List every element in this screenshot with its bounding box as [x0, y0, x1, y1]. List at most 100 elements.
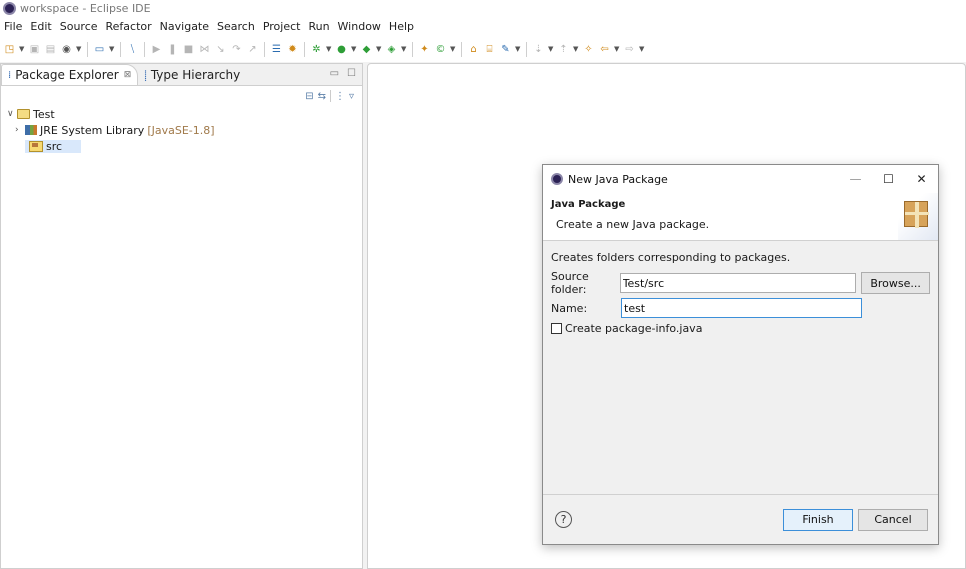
new-java-package-dialog: New Java Package — ☐ ✕ Java Package Crea… — [542, 164, 939, 545]
step-into-icon[interactable]: ↘ — [214, 43, 227, 56]
resume-icon[interactable]: ▶ — [150, 43, 163, 56]
package-info-label: Create package-info.java — [565, 322, 703, 335]
package-info-row[interactable]: Create package-info.java — [551, 322, 930, 335]
search-icon[interactable]: ✎ — [499, 43, 512, 56]
source-folder-icon — [29, 140, 43, 152]
breakpoint-icon[interactable]: ✹ — [286, 43, 299, 56]
debug-perspective-icon[interactable]: ◉ — [60, 43, 73, 56]
maximize-icon[interactable]: ☐ — [347, 68, 356, 79]
debug-icon[interactable]: ✲ — [310, 43, 323, 56]
finish-button[interactable]: Finish — [783, 508, 853, 531]
new-java-project-icon[interactable]: ✦ — [418, 43, 431, 56]
main-toolbar: ◳ ▼ ▣ ▤ ◉ ▼ ▭ ▼ ⧹ ▶ ❚ ■ ⋈ ↘ ↷ ↗ ☰ ✹ ✲ ▼ … — [0, 36, 966, 62]
suspend-icon[interactable]: ❚ — [166, 43, 179, 56]
last-edit-icon[interactable]: ✧ — [582, 43, 595, 56]
new-class-icon[interactable]: © — [434, 43, 447, 56]
run-icon[interactable]: ● — [335, 43, 348, 56]
chevron-right-icon[interactable]: › — [15, 125, 25, 135]
toolbar-separator — [329, 90, 331, 102]
terminate-icon[interactable]: ■ — [182, 43, 195, 56]
link-with-editor-icon[interactable]: ⇆ — [318, 91, 326, 102]
coverage-dropdown-icon[interactable]: ▼ — [376, 45, 382, 53]
tree-row-src[interactable]: src — [7, 138, 362, 154]
close-icon[interactable]: ✕ — [905, 165, 938, 193]
search-dropdown-icon[interactable]: ▼ — [515, 45, 521, 53]
project-folder-icon — [17, 109, 30, 119]
package-explorer-icon: ⁞ — [8, 69, 12, 81]
menu-file[interactable]: File — [4, 20, 22, 33]
disconnect-icon[interactable]: ⋈ — [198, 43, 211, 56]
source-folder-input[interactable] — [619, 273, 857, 293]
save-all-icon[interactable]: ▤ — [44, 43, 57, 56]
menu-run[interactable]: Run — [308, 20, 329, 33]
skip-breakpoints-icon[interactable]: ⧹ — [126, 43, 139, 56]
toolbar-separator — [461, 41, 462, 57]
back-dropdown-icon[interactable]: ▼ — [614, 45, 620, 53]
view-menu-icon[interactable]: ▿ — [349, 91, 354, 102]
pane-controls: ▭ ☐ — [330, 68, 356, 79]
external-tools-icon[interactable]: ◈ — [385, 43, 398, 56]
tab-type-hierarchy[interactable]: ⸽ Type Hierarchy — [138, 64, 246, 85]
terminal-dropdown-icon[interactable]: ▼ — [109, 45, 115, 53]
dialog-titlebar: New Java Package — ☐ ✕ — [543, 165, 938, 193]
cancel-button[interactable]: Cancel — [858, 508, 928, 531]
forward-dropdown-icon[interactable]: ▼ — [639, 45, 645, 53]
terminal-icon[interactable]: ▭ — [93, 43, 106, 56]
body-description: Creates folders corresponding to package… — [551, 251, 791, 264]
run-dropdown-icon[interactable]: ▼ — [351, 45, 357, 53]
dialog-body: Creates folders corresponding to package… — [543, 241, 938, 488]
open-task-icon[interactable]: ⌸ — [483, 43, 496, 56]
tab-package-explorer[interactable]: ⁞ Package Explorer ⊠ — [1, 64, 139, 85]
menu-help[interactable]: Help — [389, 20, 414, 33]
package-info-checkbox[interactable] — [551, 323, 562, 334]
chevron-down-icon[interactable]: ∨ — [7, 109, 17, 119]
focus-icon[interactable]: ⋮ — [335, 91, 345, 102]
name-label: Name: — [551, 301, 588, 315]
help-icon[interactable]: ? — [555, 511, 572, 528]
collapse-all-icon[interactable]: ⊟ — [305, 91, 313, 102]
previous-annotation-dropdown-icon[interactable]: ▼ — [573, 45, 579, 53]
maximize-icon[interactable]: ☐ — [872, 165, 905, 193]
new-dropdown-icon[interactable]: ▼ — [19, 45, 25, 53]
next-annotation-dropdown-icon[interactable]: ▼ — [548, 45, 554, 53]
outline-icon[interactable]: ☰ — [270, 43, 283, 56]
menu-project[interactable]: Project — [263, 20, 301, 33]
dialog-footer: ? Finish Cancel — [543, 494, 938, 544]
package-icon — [904, 201, 929, 228]
forward-icon[interactable]: ⇨ — [623, 43, 636, 56]
tree-label: Test — [33, 107, 55, 121]
menu-edit[interactable]: Edit — [30, 20, 51, 33]
coverage-icon[interactable]: ◆ — [360, 43, 373, 56]
menu-source[interactable]: Source — [60, 20, 98, 33]
menu-navigate[interactable]: Navigate — [160, 20, 209, 33]
menu-refactor[interactable]: Refactor — [106, 20, 152, 33]
menu-search[interactable]: Search — [217, 20, 255, 33]
step-over-icon[interactable]: ↷ — [230, 43, 243, 56]
name-input[interactable] — [621, 298, 862, 318]
project-tree: ∨ Test › JRE System Library [JavaSE-1.8]… — [1, 106, 362, 154]
new-icon[interactable]: ◳ — [3, 43, 16, 56]
header-description: Create a new Java package. — [556, 218, 710, 231]
new-class-dropdown-icon[interactable]: ▼ — [450, 45, 456, 53]
package-explorer-pane: ⁞ Package Explorer ⊠ ⸽ Type Hierarchy ▭ … — [0, 63, 363, 569]
back-icon[interactable]: ⇦ — [598, 43, 611, 56]
header-title: Java Package — [551, 199, 626, 210]
previous-annotation-icon[interactable]: ⇡ — [557, 43, 570, 56]
tree-row-jre[interactable]: › JRE System Library [JavaSE-1.8] — [7, 122, 362, 138]
close-icon[interactable]: ⊠ — [124, 70, 132, 80]
next-annotation-icon[interactable]: ⇣ — [532, 43, 545, 56]
jre-version: [JavaSE-1.8] — [147, 123, 215, 137]
toolbar-separator — [526, 41, 527, 57]
debug-dropdown-icon[interactable]: ▼ — [76, 45, 82, 53]
minimize-icon[interactable]: ▭ — [330, 68, 339, 79]
external-tools-dropdown-icon[interactable]: ▼ — [401, 45, 407, 53]
open-type-icon[interactable]: ⌂ — [467, 43, 480, 56]
debug-run-dropdown-icon[interactable]: ▼ — [326, 45, 332, 53]
save-icon[interactable]: ▣ — [28, 43, 41, 56]
browse-button[interactable]: Browse... — [861, 272, 930, 294]
minimize-icon[interactable]: — — [839, 165, 872, 193]
menu-window[interactable]: Window — [338, 20, 381, 33]
step-return-icon[interactable]: ↗ — [246, 43, 259, 56]
menubar: File Edit Source Refactor Navigate Searc… — [0, 17, 966, 36]
tree-row-project[interactable]: ∨ Test — [7, 106, 362, 122]
